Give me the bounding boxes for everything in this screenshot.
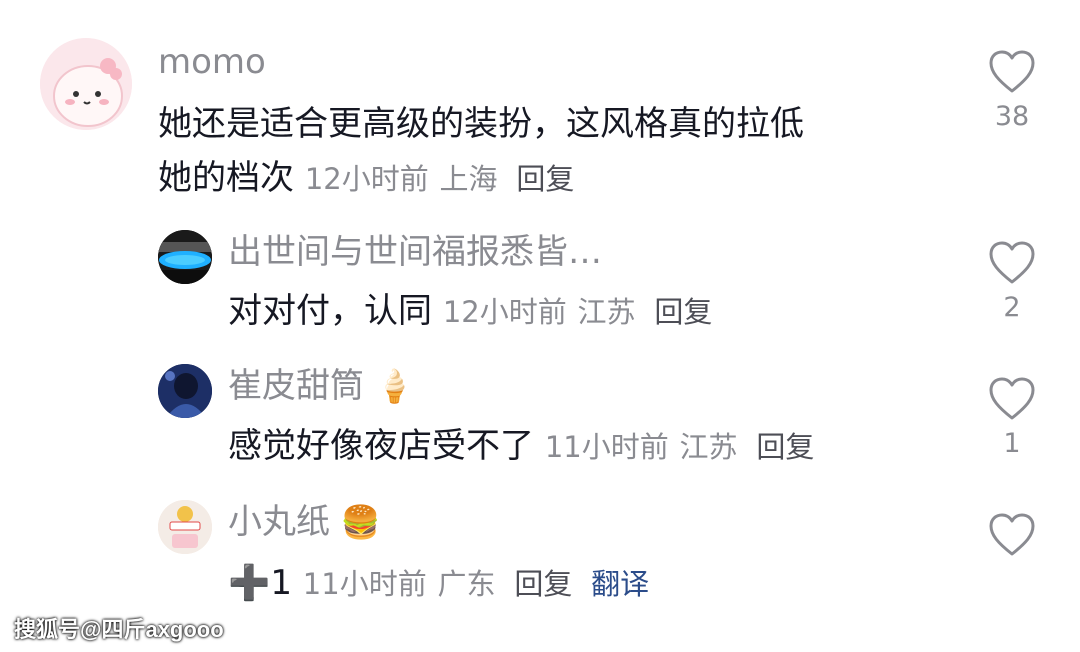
burger-icon: 🍔 <box>340 503 381 541</box>
username-text: 崔皮甜筒 <box>228 366 364 406</box>
comment-location: 广东 <box>437 567 496 601</box>
comment-time: 12小时前 <box>304 162 429 196</box>
ice-cream-icon: 🍦 <box>374 367 415 405</box>
like-button[interactable]: 2 <box>982 241 1042 325</box>
comment-time: 12小时前 <box>442 295 567 329</box>
comment-text: 她还是适合更高级的装扮，这风格真的拉低 她的档次 12小时前 上海 回复 <box>158 97 918 206</box>
comment-time: 11小时前 <box>302 567 427 601</box>
username-text: 小丸纸 <box>228 502 330 542</box>
heart-icon <box>989 513 1035 556</box>
comment-text: 对对付，认同 12小时前 江苏 回复 <box>228 284 928 339</box>
avatar[interactable] <box>40 38 132 130</box>
reply-button[interactable]: 回复 <box>654 295 712 329</box>
comment-text-line: 对对付，认同 <box>228 291 432 331</box>
translate-button[interactable]: 翻译 <box>591 567 649 601</box>
sticker-icon <box>158 500 212 554</box>
heart-icon <box>989 241 1035 284</box>
avatar[interactable] <box>158 364 212 418</box>
comment-location: 上海 <box>439 162 498 196</box>
like-count: 2 <box>1003 292 1021 323</box>
reply-button[interactable]: 回复 <box>516 162 574 196</box>
like-button[interactable]: 1 <box>982 377 1042 461</box>
like-button[interactable]: 38 <box>982 50 1042 134</box>
reply-button[interactable]: 回复 <box>514 567 572 601</box>
like-button[interactable] <box>982 513 1042 563</box>
plus-icon: ➕ <box>228 563 271 603</box>
heart-icon <box>989 377 1035 420</box>
comment-username[interactable]: momo <box>158 42 266 82</box>
watermark: 搜狐号@四斤axgooo <box>14 617 224 642</box>
avatar[interactable] <box>158 230 212 284</box>
comment-text-line: 她的档次 <box>158 158 294 198</box>
reply-button[interactable]: 回复 <box>756 430 814 464</box>
comment-text-line: 她还是适合更高级的装扮，这风格真的拉低 <box>158 104 804 144</box>
like-count: 1 <box>1003 428 1021 459</box>
like-count: 38 <box>994 101 1030 132</box>
comment-username[interactable]: 出世间与世间福报悉皆… <box>228 232 602 272</box>
comment-text-line-2: 她的档次 12小时前 上海 回复 <box>158 151 918 206</box>
aquarium-photo-icon <box>158 230 212 284</box>
comment-text: 感觉好像夜店受不了 11小时前 江苏 回复 <box>228 419 928 474</box>
comment-text-line: 1 <box>270 563 292 603</box>
comment-username[interactable]: 崔皮甜筒 🍦 <box>228 366 415 406</box>
avatar[interactable] <box>158 500 212 554</box>
comment-username[interactable]: 小丸纸 🍔 <box>228 502 381 542</box>
comment-text: ➕1 11小时前 广东 回复 翻译 <box>228 556 928 611</box>
comment-location: 江苏 <box>577 295 636 329</box>
comment-location: 江苏 <box>679 430 738 464</box>
photo-icon <box>158 364 212 418</box>
pink-cartoon-icon <box>40 38 132 130</box>
comment-time: 11小时前 <box>544 430 669 464</box>
comment-text-line: 感觉好像夜店受不了 <box>228 426 534 466</box>
heart-icon <box>989 50 1035 93</box>
